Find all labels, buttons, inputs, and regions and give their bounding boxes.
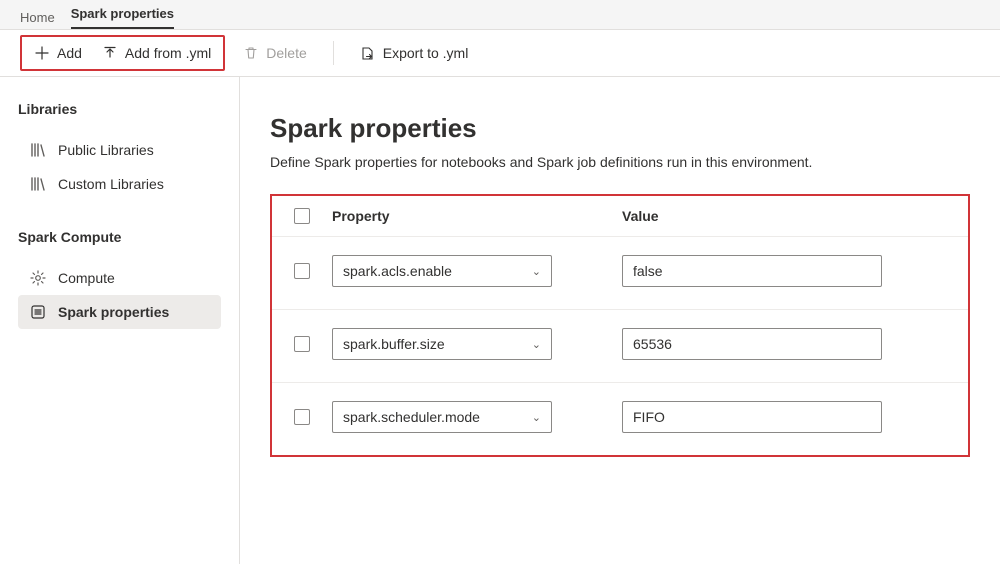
export-icon: [360, 45, 376, 61]
list-icon: [30, 304, 46, 320]
sidebar-item-public-libraries[interactable]: Public Libraries: [18, 133, 221, 167]
breadcrumb: Home Spark properties: [0, 0, 1000, 29]
toolbar-separator: [333, 41, 334, 65]
table-header: Property Value: [272, 196, 968, 237]
main-content: Spark properties Define Spark properties…: [240, 77, 1000, 564]
sidebar-section-spark-compute: Spark Compute: [18, 229, 221, 245]
property-dropdown-value: spark.acls.enable: [343, 263, 452, 279]
export-yml-button[interactable]: Export to .yml: [350, 39, 479, 67]
value-input[interactable]: false: [622, 255, 882, 287]
chevron-down-icon: ⌄: [532, 265, 541, 278]
property-dropdown[interactable]: spark.buffer.size ⌄: [332, 328, 552, 360]
toolbar: Add Add from .yml Delete Export to .yml: [0, 29, 1000, 77]
public-libraries-icon: [30, 142, 46, 158]
property-dropdown-value: spark.buffer.size: [343, 336, 445, 352]
sidebar-item-spark-properties[interactable]: Spark properties: [18, 295, 221, 329]
breadcrumb-current: Spark properties: [71, 6, 174, 29]
table-row: spark.buffer.size ⌄ 65536: [272, 310, 968, 383]
table-row: spark.scheduler.mode ⌄ FIFO: [272, 383, 968, 455]
sidebar-item-custom-libraries[interactable]: Custom Libraries: [18, 167, 221, 201]
page-title: Spark properties: [270, 113, 970, 144]
export-yml-label: Export to .yml: [383, 45, 469, 61]
add-from-yml-label: Add from .yml: [125, 45, 211, 61]
sidebar-spark-properties-label: Spark properties: [58, 304, 169, 320]
table-row: spark.acls.enable ⌄ false: [272, 237, 968, 310]
add-button-label: Add: [57, 45, 82, 61]
row-checkbox[interactable]: [294, 336, 310, 352]
sidebar-item-compute[interactable]: Compute: [18, 261, 221, 295]
delete-label: Delete: [266, 45, 306, 61]
value-input-text: false: [633, 263, 663, 279]
sidebar-custom-libraries-label: Custom Libraries: [58, 176, 164, 192]
chevron-down-icon: ⌄: [532, 338, 541, 351]
value-input-text: 65536: [633, 336, 672, 352]
row-checkbox[interactable]: [294, 263, 310, 279]
plus-icon: [34, 45, 50, 61]
chevron-down-icon: ⌄: [532, 411, 541, 424]
value-input[interactable]: 65536: [622, 328, 882, 360]
property-dropdown-value: spark.scheduler.mode: [343, 409, 480, 425]
upload-icon: [102, 45, 118, 61]
highlight-add-buttons: Add Add from .yml: [20, 35, 225, 71]
custom-libraries-icon: [30, 176, 46, 192]
sidebar-public-libraries-label: Public Libraries: [58, 142, 154, 158]
breadcrumb-home[interactable]: Home: [20, 10, 55, 25]
delete-button[interactable]: Delete: [233, 39, 316, 67]
sidebar-compute-label: Compute: [58, 270, 115, 286]
trash-icon: [243, 45, 259, 61]
property-dropdown[interactable]: spark.acls.enable ⌄: [332, 255, 552, 287]
sidebar-section-libraries: Libraries: [18, 101, 221, 117]
add-from-yml-button[interactable]: Add from .yml: [92, 39, 221, 67]
select-all-checkbox[interactable]: [294, 208, 310, 224]
highlight-properties-table: Property Value spark.acls.enable ⌄ false: [270, 194, 970, 457]
row-checkbox[interactable]: [294, 409, 310, 425]
property-dropdown[interactable]: spark.scheduler.mode ⌄: [332, 401, 552, 433]
sidebar: Libraries Public Libraries Custom Librar…: [0, 77, 240, 564]
value-input-text: FIFO: [633, 409, 665, 425]
gear-icon: [30, 270, 46, 286]
add-button[interactable]: Add: [24, 39, 92, 67]
col-value: Value: [622, 208, 882, 224]
col-property: Property: [332, 208, 622, 224]
page-description: Define Spark properties for notebooks an…: [270, 154, 970, 170]
value-input[interactable]: FIFO: [622, 401, 882, 433]
